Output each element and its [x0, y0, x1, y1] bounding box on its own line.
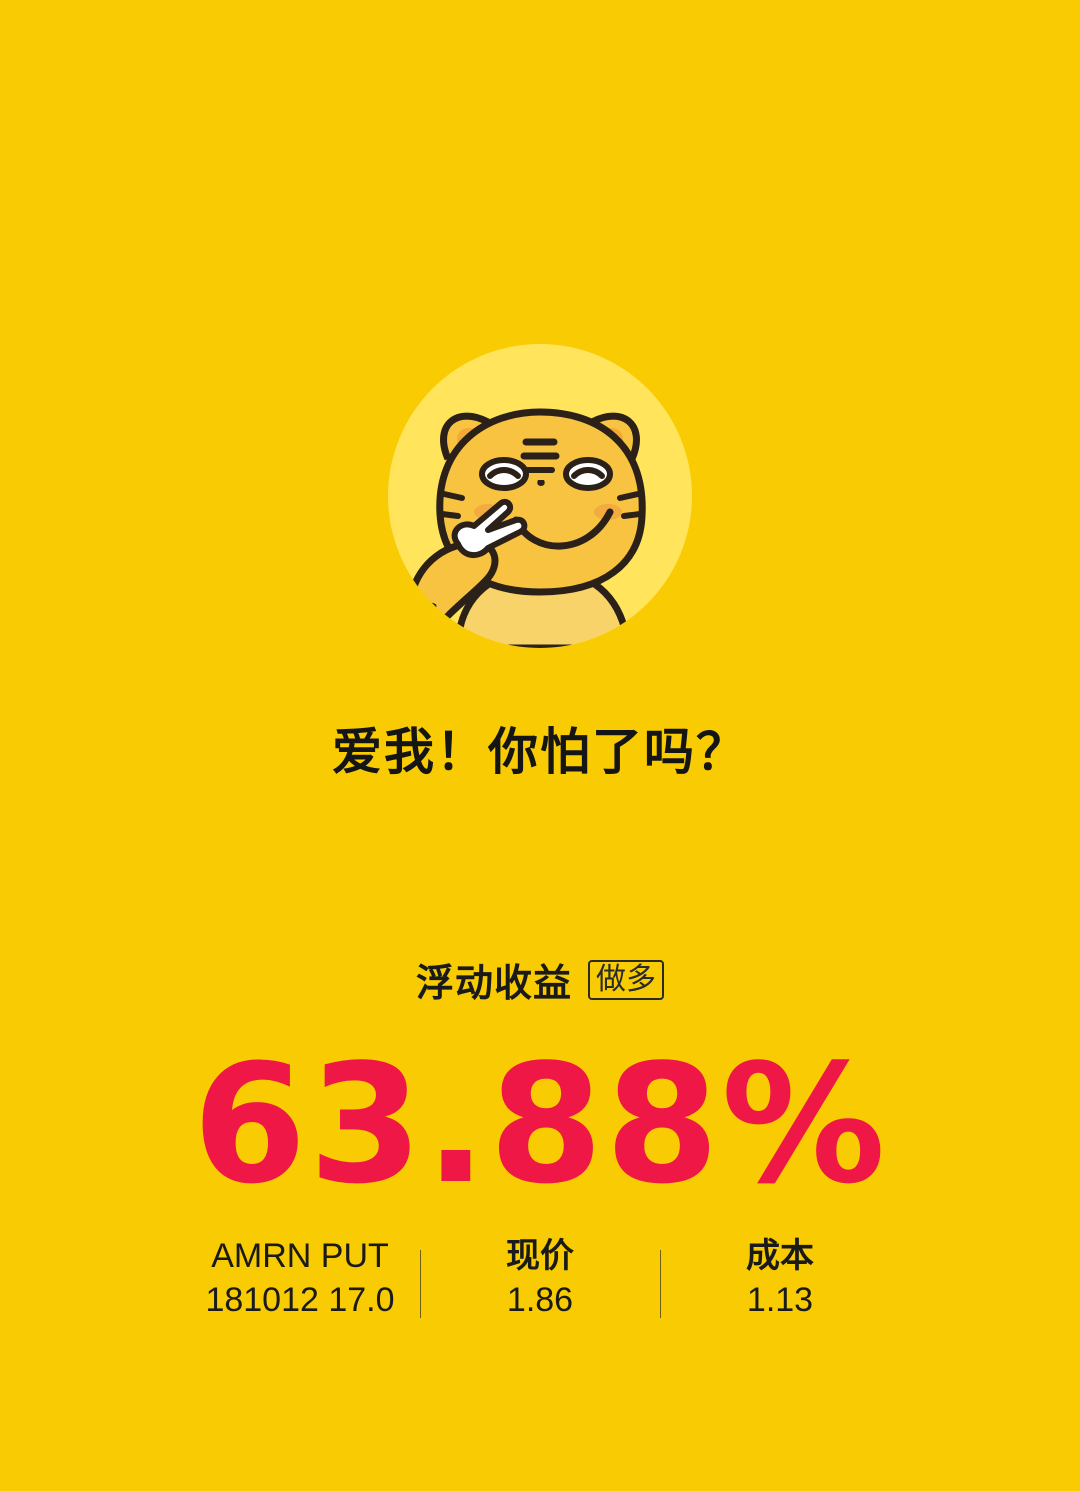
current-price-value: 1.86 — [506, 1281, 574, 1319]
slogan-text: 爱我！你怕了吗？ — [332, 723, 748, 781]
tiger-peace-sign-icon — [408, 408, 646, 648]
cost-value: 1.13 — [746, 1281, 814, 1319]
pnl-percentage: 63.88% — [192, 1029, 888, 1220]
stats-row: AMRN PUT 181012 17.0 现价 1.86 成本 1.13 — [180, 1234, 900, 1322]
avatar — [388, 344, 692, 648]
pnl-label-row: 浮动收益 做多 — [0, 952, 1080, 1007]
contract-name: AMRN PUT — [211, 1237, 389, 1275]
stat-contract: AMRN PUT 181012 17.0 — [180, 1234, 420, 1322]
current-price-label: 现价 — [506, 1237, 574, 1275]
direction-badge: 做多 — [588, 959, 664, 1000]
cost-label: 成本 — [746, 1237, 814, 1275]
pnl-label: 浮动收益 — [415, 961, 572, 1005]
contract-detail: 181012 17.0 — [205, 1281, 395, 1319]
stat-current-price: 现价 1.86 — [420, 1234, 660, 1322]
stat-cost: 成本 1.13 — [660, 1234, 900, 1322]
